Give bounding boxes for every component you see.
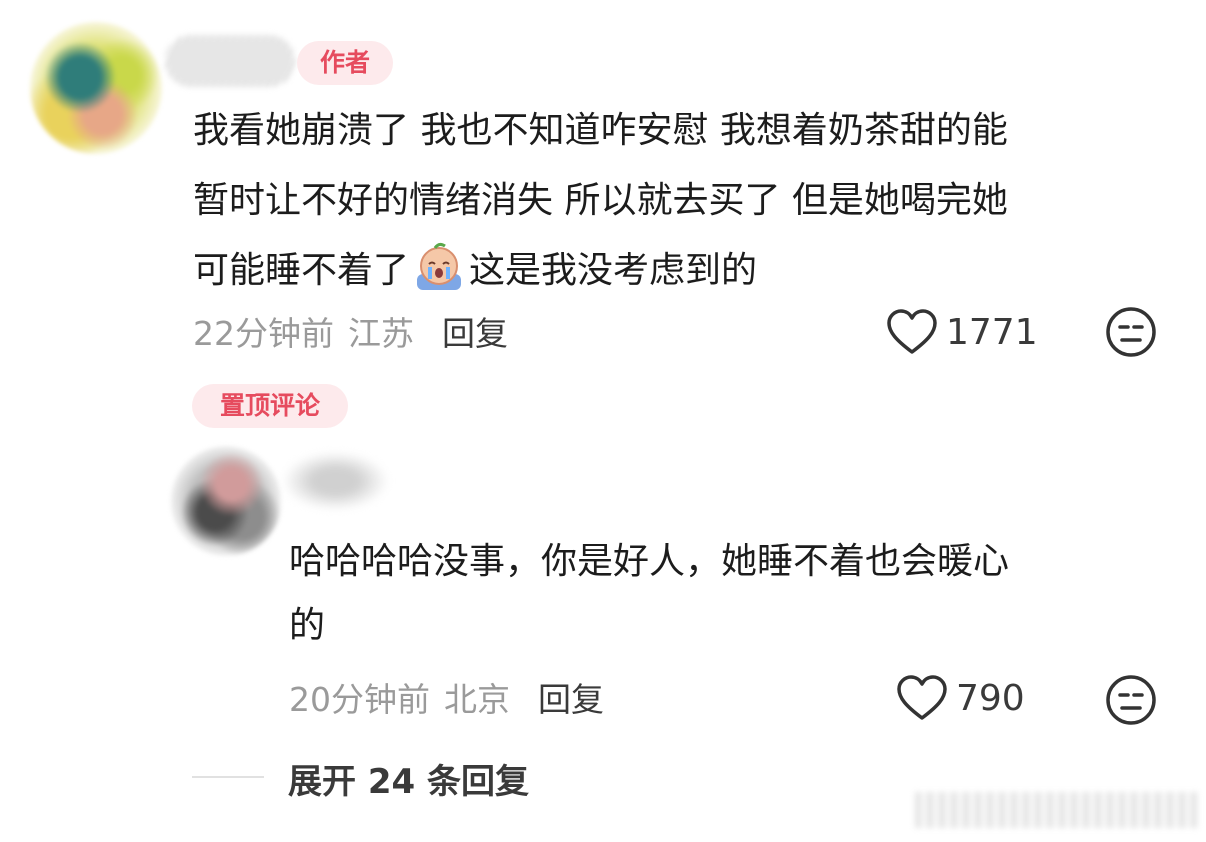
comment-location: 江苏 — [348, 314, 414, 353]
like-button[interactable]: 1771 — [886, 306, 1038, 358]
reply-line: 哈哈哈哈没事，你是好人，她睡不着也会暖心 — [289, 541, 1010, 582]
expand-divider — [192, 776, 264, 778]
comment-line-part: 可能睡不着了 — [193, 250, 410, 291]
author-badge: 作者 — [297, 41, 393, 85]
like-count: 1771 — [946, 311, 1038, 353]
comment-meta: 22分钟前 江苏 回复 — [193, 308, 508, 354]
crying-emoji-icon — [417, 242, 462, 290]
heart-icon — [897, 675, 947, 720]
meh-face-icon[interactable] — [1105, 674, 1157, 726]
author-name-blurred — [165, 35, 295, 87]
expand-replies-button[interactable]: 展开 24 条回复 — [288, 754, 529, 803]
comment-text: 我看她崩溃了 我也不知道咋安慰 我想着奶茶甜的能 暂时让不好的情绪消失 所以就去… — [193, 96, 1153, 306]
reply-time: 20分钟前 — [289, 680, 430, 719]
comment-line-part: 这是我没考虑到的 — [469, 250, 758, 291]
comment-line: 可能睡不着了 这是我没考虑到的 — [193, 236, 1153, 306]
heart-icon — [887, 309, 937, 354]
reply-button[interactable]: 回复 — [442, 307, 508, 355]
reply-text: 哈哈哈哈没事，你是好人，她睡不着也会暖心 的 — [289, 530, 1149, 658]
pinned-comment-badge: 置顶评论 — [192, 384, 348, 428]
comment-line: 我看她崩溃了 我也不知道咋安慰 我想着奶茶甜的能 — [193, 110, 1008, 151]
reply-meta: 20分钟前 北京 回复 — [289, 674, 604, 720]
reply-location: 北京 — [444, 680, 510, 719]
comment-line: 暂时让不好的情绪消失 所以就去买了 但是她喝完她 — [193, 180, 1008, 221]
like-count: 790 — [956, 677, 1025, 719]
author-avatar[interactable] — [30, 22, 162, 154]
comment-time: 22分钟前 — [193, 314, 334, 353]
replier-name-blurred — [283, 452, 388, 510]
meh-face-icon[interactable] — [1105, 306, 1157, 358]
replier-avatar[interactable] — [170, 446, 282, 556]
reply-line: 的 — [289, 605, 326, 646]
reply-button[interactable]: 回复 — [538, 673, 604, 721]
watermark-blurred — [915, 792, 1198, 828]
like-button[interactable]: 790 — [896, 672, 1025, 724]
